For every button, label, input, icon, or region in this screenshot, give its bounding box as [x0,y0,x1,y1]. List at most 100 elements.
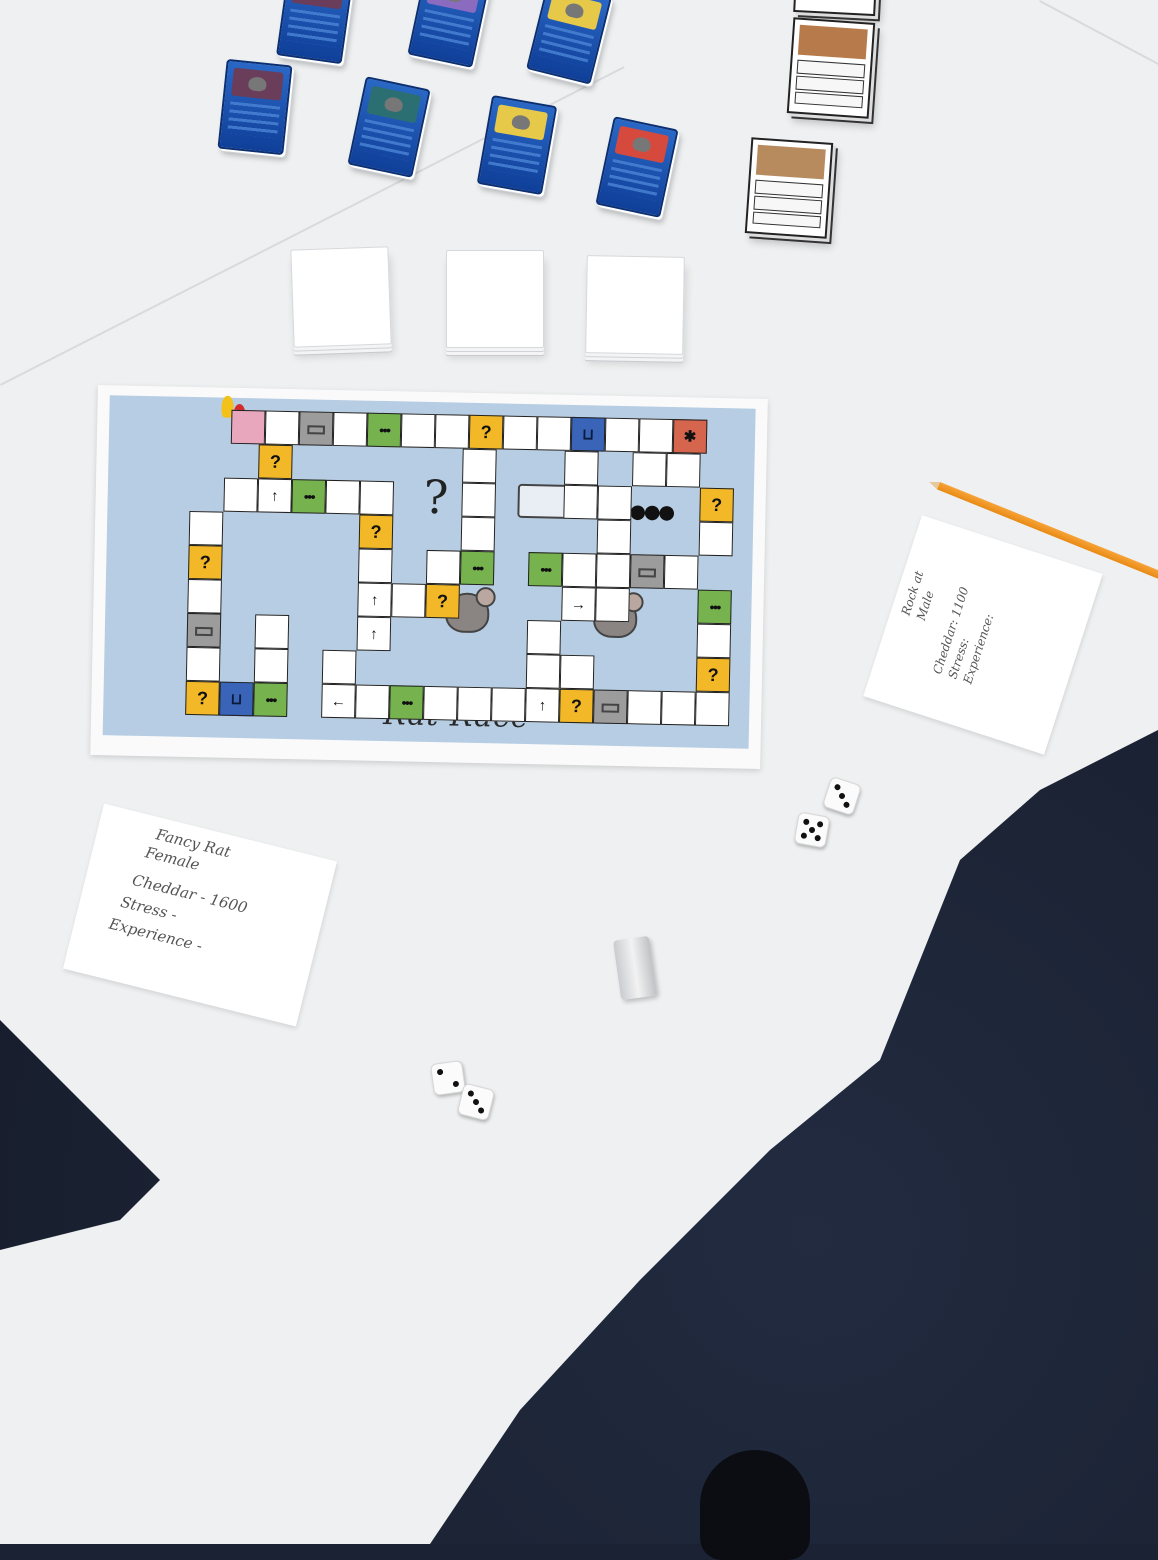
die-pip [816,820,824,828]
board-tile[interactable] [561,552,597,588]
board-tile[interactable] [185,646,221,682]
question-tile[interactable]: ? [559,688,594,724]
board-tile[interactable]: ↑ [356,616,392,652]
board-tile[interactable] [359,480,395,516]
board-tile[interactable] [563,484,599,520]
board-tile[interactable] [526,620,562,655]
briefcase-tile[interactable]: ▭ [629,554,665,589]
people-tile[interactable]: ●●● [697,589,732,625]
question-mark-icon: ? [370,521,382,542]
board-tile[interactable] [254,614,290,650]
briefcase-icon: ▭ [193,617,215,643]
board-tile[interactable] [188,510,224,546]
die-right-bottom[interactable] [793,811,831,849]
board-tile[interactable] [325,479,361,515]
board-tile[interactable] [596,519,632,555]
board-surface: ? ●●● Rat Race ▭●●●?⊔✱??▭?⊔●●●↑●●●?↑↑←●●… [102,395,756,749]
board-tile[interactable] [187,578,222,614]
briefcase-icon: ▭ [599,693,622,720]
board-tile[interactable] [355,684,390,720]
board-tile[interactable]: → [561,586,596,622]
board-tile[interactable] [460,516,496,552]
blue-card[interactable] [276,0,354,65]
board-tile[interactable] [425,549,461,585]
question-tile[interactable]: ? [185,680,220,716]
board-tile[interactable] [595,553,631,589]
start-tile[interactable] [230,409,266,445]
die-pip [472,1098,480,1106]
question-tile[interactable]: ? [695,657,731,693]
people-tile[interactable]: ●●● [389,685,424,720]
board-tile[interactable] [253,648,289,684]
die-bottom-left[interactable] [429,1059,467,1097]
board-tile[interactable] [461,482,497,518]
board-tile[interactable] [264,410,300,446]
board-tile[interactable] [698,521,734,557]
card-deck-1[interactable] [290,246,392,348]
board-tile[interactable] [525,654,561,689]
question-tile[interactable]: ? [699,487,734,523]
finish-tile[interactable]: ✱ [672,419,708,454]
board-tile[interactable] [357,548,393,584]
board-tile[interactable] [423,685,458,721]
people-tile[interactable]: ●●● [366,412,402,448]
board-tile[interactable] [434,414,470,449]
board-tile[interactable] [694,691,730,727]
board-tile[interactable] [400,413,436,449]
board-tile[interactable] [564,450,599,486]
briefcase-tile[interactable]: ▭ [186,612,222,648]
board-tile[interactable] [223,477,259,513]
board-tile[interactable] [491,687,526,723]
board-tile[interactable] [391,583,426,618]
board-tile[interactable] [597,485,632,521]
question-mark-icon: ? [196,688,209,709]
shopping-cart-icon: ⊔ [582,425,595,443]
board-tile[interactable] [457,686,492,722]
board-tile[interactable]: ← [321,683,356,719]
board-tile[interactable] [638,418,674,454]
property-card[interactable] [786,17,876,119]
question-tile[interactable]: ? [468,414,504,450]
question-mark-icon: ? [707,664,719,686]
card-deck-2[interactable] [446,250,544,348]
question-tile[interactable]: ? [258,444,293,480]
board-tile[interactable] [665,452,701,488]
people-icon: ●●● [401,696,412,708]
board-tile[interactable] [595,587,630,623]
property-card[interactable] [744,137,834,239]
board-tile[interactable] [321,649,357,685]
cart-tile[interactable]: ⊔ [570,416,606,452]
question-tile[interactable]: ? [358,514,394,550]
board-tile[interactable] [559,654,595,690]
cart-tile[interactable]: ⊔ [219,681,254,717]
people-icon: ●●● [472,562,483,573]
board-tile[interactable] [663,554,699,590]
people-tile[interactable]: ●●● [253,682,288,718]
board-tile[interactable] [536,416,572,451]
blue-card[interactable] [217,58,293,156]
briefcase-tile[interactable]: ▭ [298,411,334,446]
people-tile[interactable]: ●●● [527,552,563,587]
people-tile[interactable]: ●●● [459,550,495,586]
question-tile[interactable]: ? [425,583,460,619]
board-tile[interactable]: ↑ [257,478,293,514]
question-tile[interactable]: ? [187,544,223,580]
people-icon: ●●● [709,601,720,612]
board-tile[interactable]: ↑ [525,688,560,723]
game-board: ? ●●● Rat Race ▭●●●?⊔✱??▭?⊔●●●↑●●●?↑↑←●●… [90,385,768,769]
board-tile[interactable] [332,411,368,447]
people-tile[interactable]: ●●● [291,479,327,514]
board-tile[interactable] [631,452,667,487]
board-tile[interactable] [462,448,497,484]
board-tile[interactable] [696,623,732,659]
board-tile[interactable]: ↑ [357,582,392,618]
board-tile[interactable] [661,690,696,726]
question-mark-icon: ? [269,451,282,472]
arrow-up-icon: ↑ [538,696,547,714]
board-tile[interactable] [627,690,662,725]
briefcase-tile[interactable]: ▭ [593,689,628,725]
large-briefcase-icon [517,483,571,519]
card-deck-3[interactable] [585,255,685,355]
board-tile[interactable] [502,415,538,451]
board-tile[interactable] [604,417,640,453]
